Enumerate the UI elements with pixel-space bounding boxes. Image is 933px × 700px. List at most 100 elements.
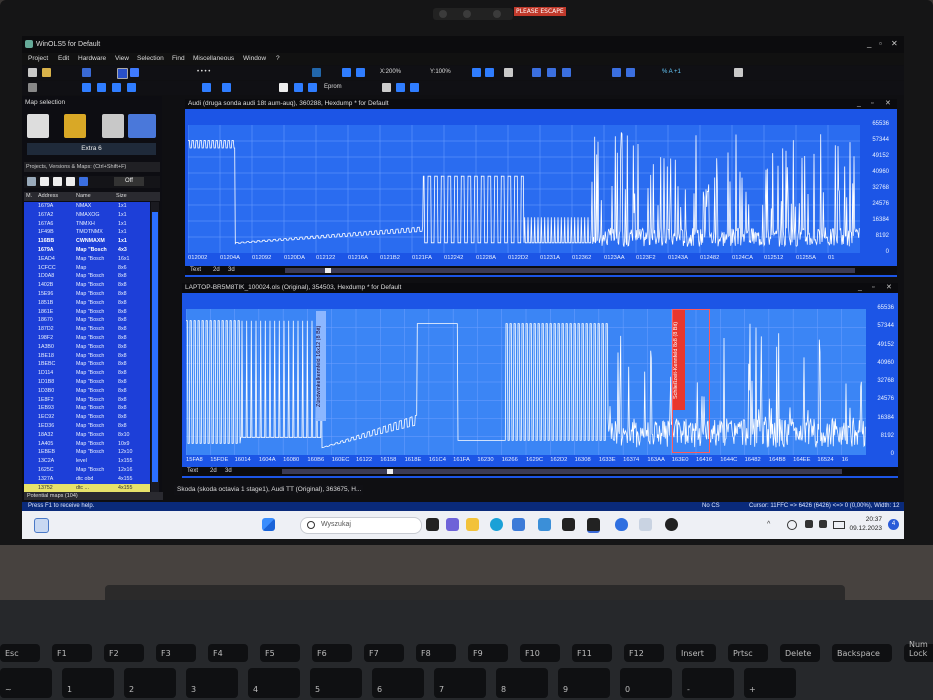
edge-icon[interactable]: [490, 518, 503, 531]
map-list-row[interactable]: 1D1B8 Map "Bosch 8x8: [24, 378, 150, 387]
key[interactable]: 9: [558, 668, 610, 698]
col-size[interactable]: Size: [116, 193, 127, 199]
map-list-icon[interactable]: [128, 114, 156, 138]
map-list-row[interactable]: 15E96 Map "Bosch 8x8: [24, 290, 150, 299]
map-list-row[interactable]: 13C2A level 1x155: [24, 457, 150, 466]
16bit-icon[interactable]: [547, 68, 556, 77]
menu-hardware[interactable]: Hardware: [78, 55, 106, 62]
8bit-icon[interactable]: [532, 68, 541, 77]
key[interactable]: 2: [124, 668, 176, 698]
key[interactable]: F4: [208, 644, 248, 662]
menu-view[interactable]: View: [115, 55, 129, 62]
zoom-y-value[interactable]: Y:100%: [430, 69, 451, 75]
key[interactable]: Esc: [0, 644, 40, 662]
open-icon[interactable]: [42, 68, 51, 77]
potential-maps-folder[interactable]: Potential maps (104): [24, 492, 163, 500]
file-explorer-icon[interactable]: [466, 518, 479, 531]
bold-filter-icon[interactable]: [53, 177, 62, 186]
map-list-row[interactable]: 1D0A8 Map "Bosch 8x8: [24, 272, 150, 281]
chart-top-maximize[interactable]: ▫: [871, 99, 873, 109]
projects-filter[interactable]: Projects, Versions & Maps: (Ctrl+Shift+F…: [24, 162, 160, 172]
prev-icon[interactable]: [97, 83, 106, 92]
chart-bottom-plot[interactable]: Zündwinkelkennfeld 16x12 (8 Bit) Schließ…: [186, 309, 866, 455]
play-icon[interactable]: [112, 83, 121, 92]
taskbar-clock[interactable]: 20:37 09.12.2023: [849, 515, 882, 533]
map-list-row[interactable]: 1327A dtc obd 4x155: [24, 475, 150, 484]
col-name[interactable]: Name: [76, 193, 91, 199]
map-list-row[interactable]: 1BE18 Map "Bosch 8x8: [24, 352, 150, 361]
menu-miscellaneous[interactable]: Miscellaneous: [193, 55, 234, 62]
chart-top-minimize[interactable]: _: [857, 99, 861, 109]
map-list-row[interactable]: 1679A NMAX 1x1: [24, 202, 150, 211]
key[interactable]: 4: [248, 668, 300, 698]
maximize-button[interactable]: ▫: [879, 39, 882, 48]
winols-active-icon[interactable]: [587, 518, 600, 533]
menu-project[interactable]: Project: [28, 55, 48, 62]
key[interactable]: Prtsc: [728, 644, 768, 662]
key[interactable]: F9: [468, 644, 508, 662]
map-list-row[interactable]: 1BEBC Map "Bosch 8x8: [24, 360, 150, 369]
map-list-row[interactable]: 1679A Map "Bosch 4x3: [24, 246, 150, 255]
key[interactable]: Delete: [780, 644, 820, 662]
key[interactable]: Num Lock: [904, 640, 933, 662]
map-list-row[interactable]: 198F2 Map "Bosch 8x8: [24, 334, 150, 343]
key[interactable]: -: [682, 668, 734, 698]
3d-view-icon[interactable]: [308, 83, 317, 92]
defender-icon[interactable]: [615, 518, 628, 531]
task-view-icon[interactable]: [426, 518, 439, 531]
key[interactable]: 0: [620, 668, 672, 698]
search-prev-icon[interactable]: [202, 83, 211, 92]
eprom-label[interactable]: Eprom: [324, 84, 342, 90]
chart-bottom-close[interactable]: ✕: [886, 283, 892, 293]
text-filter-icon[interactable]: [40, 177, 49, 186]
chart-top-plot[interactable]: [188, 125, 860, 253]
key[interactable]: F12: [624, 644, 664, 662]
text-view-icon[interactable]: [279, 83, 288, 92]
widgets-icon[interactable]: [34, 518, 49, 533]
chart-top-hscroll[interactable]: [285, 268, 855, 273]
percent-icon[interactable]: % A +1: [662, 69, 681, 75]
extra-6-button[interactable]: Extra 6: [27, 143, 156, 155]
zoom-in-icon[interactable]: [485, 68, 494, 77]
import-icon[interactable]: [82, 68, 91, 77]
key[interactable]: F3: [156, 644, 196, 662]
dots-icon[interactable]: • • • •: [197, 69, 210, 75]
key[interactable]: 5: [310, 668, 362, 698]
map-filter-icon[interactable]: [79, 177, 88, 186]
fit-icon[interactable]: [472, 68, 481, 77]
taskbar-search[interactable]: Wyszukaj: [300, 517, 422, 534]
signed-icon[interactable]: [626, 68, 635, 77]
col-m[interactable]: M.: [26, 193, 32, 199]
key[interactable]: F1: [52, 644, 92, 662]
tab-2d-2[interactable]: 2d: [210, 468, 217, 474]
close-button[interactable]: ✕: [891, 39, 898, 48]
menu-edit[interactable]: Edit: [58, 55, 69, 62]
annotation-zuendwinkel[interactable]: Zündwinkelkennfeld 16x12 (8 Bit): [316, 311, 326, 421]
menu-selection[interactable]: Selection: [137, 55, 164, 62]
key[interactable]: F10: [520, 644, 560, 662]
col-address[interactable]: Address: [38, 193, 58, 199]
misc-icon[interactable]: [734, 68, 743, 77]
key[interactable]: 6: [372, 668, 424, 698]
map-list-row[interactable]: 1EBEB Map "Bosch 12x10: [24, 448, 150, 457]
photos-icon[interactable]: [639, 518, 652, 531]
search-next-icon[interactable]: [222, 83, 231, 92]
map-list-row[interactable]: 13752 dtc ... 4x155: [24, 483, 150, 492]
map-list-scrollbar[interactable]: [151, 202, 159, 492]
view-mode-icon[interactable]: [117, 68, 128, 79]
teams-icon[interactable]: [446, 518, 459, 531]
map-list-row[interactable]: 1E8F2 Map "Bosch 8x8: [24, 396, 150, 405]
first-icon[interactable]: [82, 83, 91, 92]
key[interactable]: Insert: [676, 644, 716, 662]
app-l-icon[interactable]: [538, 518, 551, 531]
chart-bottom-minimize[interactable]: _: [858, 283, 862, 293]
menu-find[interactable]: Find: [172, 55, 185, 62]
new-project-icon[interactable]: [28, 68, 37, 77]
arrow-right-icon[interactable]: [356, 68, 365, 77]
map-list-row[interactable]: 1D114 Map "Bosch 8x8: [24, 369, 150, 378]
chart-bottom-hscroll[interactable]: [282, 469, 842, 474]
next-icon[interactable]: [127, 83, 136, 92]
map-list-row[interactable]: 1EAD4 Map "Bosch 16x1: [24, 255, 150, 264]
map-list-row[interactable]: 1A3B0 Map "Bosch 8x8: [24, 343, 150, 352]
key[interactable]: 8: [496, 668, 548, 698]
